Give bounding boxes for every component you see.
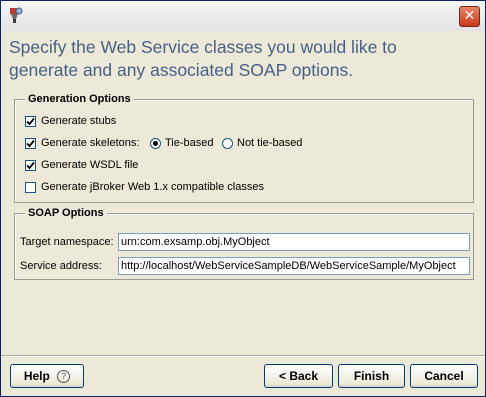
generate-skeletons-checkbox[interactable] (25, 138, 36, 149)
cancel-label: Cancel (424, 369, 464, 383)
back-button[interactable]: < Back (264, 364, 333, 388)
not-tie-based-label: Not tie-based (237, 137, 303, 149)
generate-stubs-label: Generate stubs (41, 115, 117, 127)
finish-button[interactable]: Finish (338, 364, 405, 388)
finish-label: Finish (353, 369, 390, 383)
help-icon: ? (57, 370, 71, 384)
not-tie-based-radio[interactable] (222, 138, 233, 149)
help-button[interactable]: Help ? (10, 364, 84, 388)
generation-options-legend: Generation Options (25, 92, 134, 106)
soap-options-legend: SOAP Options (25, 206, 107, 220)
cancel-button[interactable]: Cancel (410, 364, 478, 388)
radio-dot (153, 141, 158, 146)
generate-jbroker-checkbox[interactable] (25, 182, 36, 193)
title-bar[interactable]: ✕ (1, 1, 485, 31)
footer-separator (1, 355, 485, 357)
generate-stubs-checkbox[interactable] (25, 116, 36, 127)
checkmark-icon (26, 161, 35, 170)
generate-skeletons-label: Generate skeletons: (41, 137, 140, 149)
target-namespace-label: Target namespace: (20, 236, 114, 248)
generate-wsdl-label: Generate WSDL file (41, 159, 139, 171)
service-address-label: Service address: (20, 260, 102, 272)
wizard-dialog: ✕ Specify the Web Service classes you wo… (0, 0, 486, 397)
generate-wsdl-checkbox[interactable] (25, 160, 36, 171)
checkmark-icon (26, 139, 35, 148)
wizard-header: Specify the Web Service classes you woul… (1, 31, 485, 87)
checkmark-icon (26, 117, 35, 126)
target-namespace-input[interactable] (118, 233, 470, 251)
generation-options-group: Generation Options Generate stubs Genera… (14, 92, 474, 203)
app-icon (10, 7, 23, 23)
help-label: Help (23, 369, 50, 383)
tie-based-radio[interactable] (150, 138, 161, 149)
header-text: Specify the Web Service classes you woul… (9, 37, 397, 80)
back-label: < Back (278, 369, 319, 383)
close-icon: ✕ (463, 8, 476, 24)
close-button[interactable]: ✕ (459, 6, 480, 27)
service-address-input[interactable] (118, 257, 470, 275)
soap-options-group: SOAP Options Target namespace: Service a… (14, 206, 474, 280)
generate-jbroker-label: Generate jBroker Web 1.x compatible clas… (41, 181, 264, 193)
tie-based-label: Tie-based (165, 137, 214, 149)
